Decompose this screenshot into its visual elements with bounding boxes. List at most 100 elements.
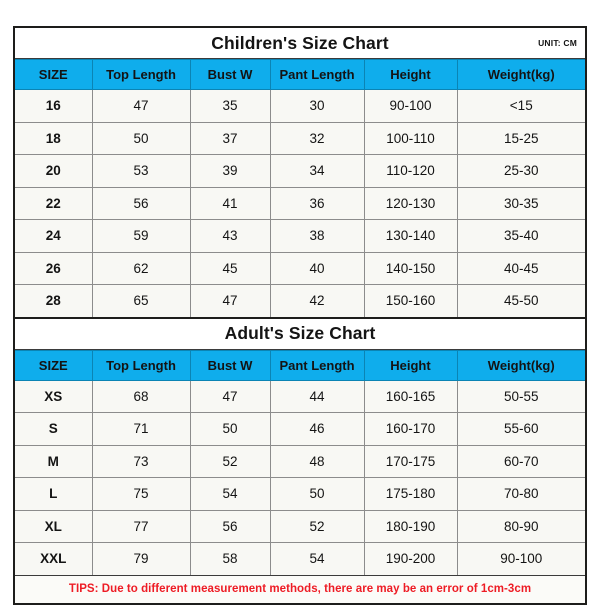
column-header-height: Height — [363, 349, 458, 381]
cell-pant-length: 50 — [269, 477, 365, 511]
cell-weight: 90-100 — [456, 542, 585, 575]
cell-top-length: 50 — [91, 121, 191, 155]
cell-bust-w: 54 — [189, 477, 271, 511]
adult-size-chart: Adult's Size Chart SIZE Top Length Bust … — [15, 318, 585, 575]
children-chart-title-band: Children's Size Chart UNIT: CM — [15, 28, 585, 59]
adult-chart-title-band: Adult's Size Chart — [15, 318, 585, 350]
cell-height: 180-190 — [363, 509, 458, 543]
table-row: 26 62 45 40 140-150 40-45 — [15, 251, 585, 285]
cell-top-length: 79 — [91, 542, 191, 575]
adult-table-header-row: SIZE Top Length Bust W Pant Length Heigh… — [15, 349, 585, 381]
column-header-top-length: Top Length — [91, 349, 191, 381]
table-row: XS 68 47 44 160-165 50-55 — [15, 379, 585, 413]
cell-size: 18 — [15, 121, 93, 155]
cell-height: 110-120 — [363, 154, 458, 188]
cell-weight: 30-35 — [456, 186, 585, 220]
cell-height: 90-100 — [363, 89, 458, 123]
cell-weight: 35-40 — [456, 219, 585, 253]
cell-pant-length: 38 — [269, 219, 365, 253]
cell-bust-w: 37 — [189, 121, 271, 155]
cell-bust-w: 41 — [189, 186, 271, 220]
cell-height: 170-175 — [363, 444, 458, 478]
size-chart-sheet: Children's Size Chart UNIT: CM SIZE Top … — [13, 26, 587, 605]
table-row: L 75 54 50 175-180 70-80 — [15, 477, 585, 511]
table-row: 28 65 47 42 150-160 45-50 — [15, 284, 585, 317]
column-header-pant-length: Pant Length — [269, 59, 365, 90]
children-size-table: SIZE Top Length Bust W Pant Length Heigh… — [15, 59, 585, 317]
cell-size: 16 — [15, 89, 93, 123]
cell-height: 160-170 — [363, 412, 458, 446]
cell-bust-w: 47 — [189, 284, 271, 317]
cell-height: 190-200 — [363, 542, 458, 575]
column-header-size: SIZE — [15, 59, 93, 90]
table-row: 24 59 43 38 130-140 35-40 — [15, 219, 585, 253]
cell-bust-w: 50 — [189, 412, 271, 446]
cell-height: 130-140 — [363, 219, 458, 253]
table-row: 20 53 39 34 110-120 25-30 — [15, 154, 585, 188]
column-header-bust-w: Bust W — [189, 59, 271, 90]
cell-pant-length: 40 — [269, 251, 365, 285]
cell-height: 160-165 — [363, 379, 458, 413]
cell-weight: 60-70 — [456, 444, 585, 478]
cell-height: 140-150 — [363, 251, 458, 285]
column-header-size: SIZE — [15, 349, 93, 381]
cell-top-length: 73 — [91, 444, 191, 478]
cell-bust-w: 52 — [189, 444, 271, 478]
children-size-chart: Children's Size Chart UNIT: CM SIZE Top … — [15, 28, 585, 319]
cell-size: S — [15, 412, 93, 446]
table-row: M 73 52 48 170-175 60-70 — [15, 444, 585, 478]
cell-size: XXL — [15, 542, 93, 575]
cell-size: XL — [15, 509, 93, 543]
tips-band: TIPS: Due to different measurement metho… — [15, 574, 585, 603]
cell-height: 150-160 — [363, 284, 458, 317]
children-table-header-row: SIZE Top Length Bust W Pant Length Heigh… — [15, 59, 585, 90]
unit-label: UNIT: CM — [538, 38, 577, 48]
cell-pant-length: 30 — [269, 89, 365, 123]
cell-size: L — [15, 477, 93, 511]
cell-bust-w: 39 — [189, 154, 271, 188]
cell-top-length: 56 — [91, 186, 191, 220]
table-row: 16 47 35 30 90-100 <15 — [15, 89, 585, 123]
table-row: 18 50 37 32 100-110 15-25 — [15, 121, 585, 155]
cell-height: 120-130 — [363, 186, 458, 220]
cell-top-length: 75 — [91, 477, 191, 511]
cell-pant-length: 36 — [269, 186, 365, 220]
adult-size-table: SIZE Top Length Bust W Pant Length Heigh… — [15, 349, 585, 575]
column-header-pant-length: Pant Length — [269, 349, 365, 381]
cell-size: 28 — [15, 284, 93, 317]
cell-weight: 70-80 — [456, 477, 585, 511]
cell-pant-length: 46 — [269, 412, 365, 446]
table-row: 22 56 41 36 120-130 30-35 — [15, 186, 585, 220]
cell-size: 22 — [15, 186, 93, 220]
cell-top-length: 53 — [91, 154, 191, 188]
column-header-weight: Weight(kg) — [456, 59, 585, 90]
cell-pant-length: 48 — [269, 444, 365, 478]
cell-height: 100-110 — [363, 121, 458, 155]
cell-pant-length: 32 — [269, 121, 365, 155]
children-chart-title: Children's Size Chart — [211, 32, 389, 53]
table-row: S 71 50 46 160-170 55-60 — [15, 412, 585, 446]
cell-height: 175-180 — [363, 477, 458, 511]
cell-weight: 80-90 — [456, 509, 585, 543]
cell-top-length: 77 — [91, 509, 191, 543]
cell-size: 20 — [15, 154, 93, 188]
cell-bust-w: 56 — [189, 509, 271, 543]
cell-weight: 40-45 — [456, 251, 585, 285]
adult-chart-title: Adult's Size Chart — [224, 323, 376, 343]
cell-pant-length: 52 — [269, 509, 365, 543]
cell-size: XS — [15, 379, 93, 413]
cell-top-length: 68 — [91, 379, 191, 413]
cell-size: 24 — [15, 219, 93, 253]
column-header-height: Height — [363, 59, 458, 90]
column-header-top-length: Top Length — [91, 59, 191, 90]
cell-pant-length: 54 — [269, 542, 365, 575]
cell-bust-w: 47 — [189, 379, 271, 413]
cell-pant-length: 34 — [269, 154, 365, 188]
cell-top-length: 71 — [91, 412, 191, 446]
cell-pant-length: 44 — [269, 379, 365, 413]
cell-pant-length: 42 — [269, 284, 365, 317]
cell-bust-w: 43 — [189, 219, 271, 253]
table-row: XXL 79 58 54 190-200 90-100 — [15, 542, 585, 575]
table-row: XL 77 56 52 180-190 80-90 — [15, 509, 585, 543]
cell-size: M — [15, 444, 93, 478]
